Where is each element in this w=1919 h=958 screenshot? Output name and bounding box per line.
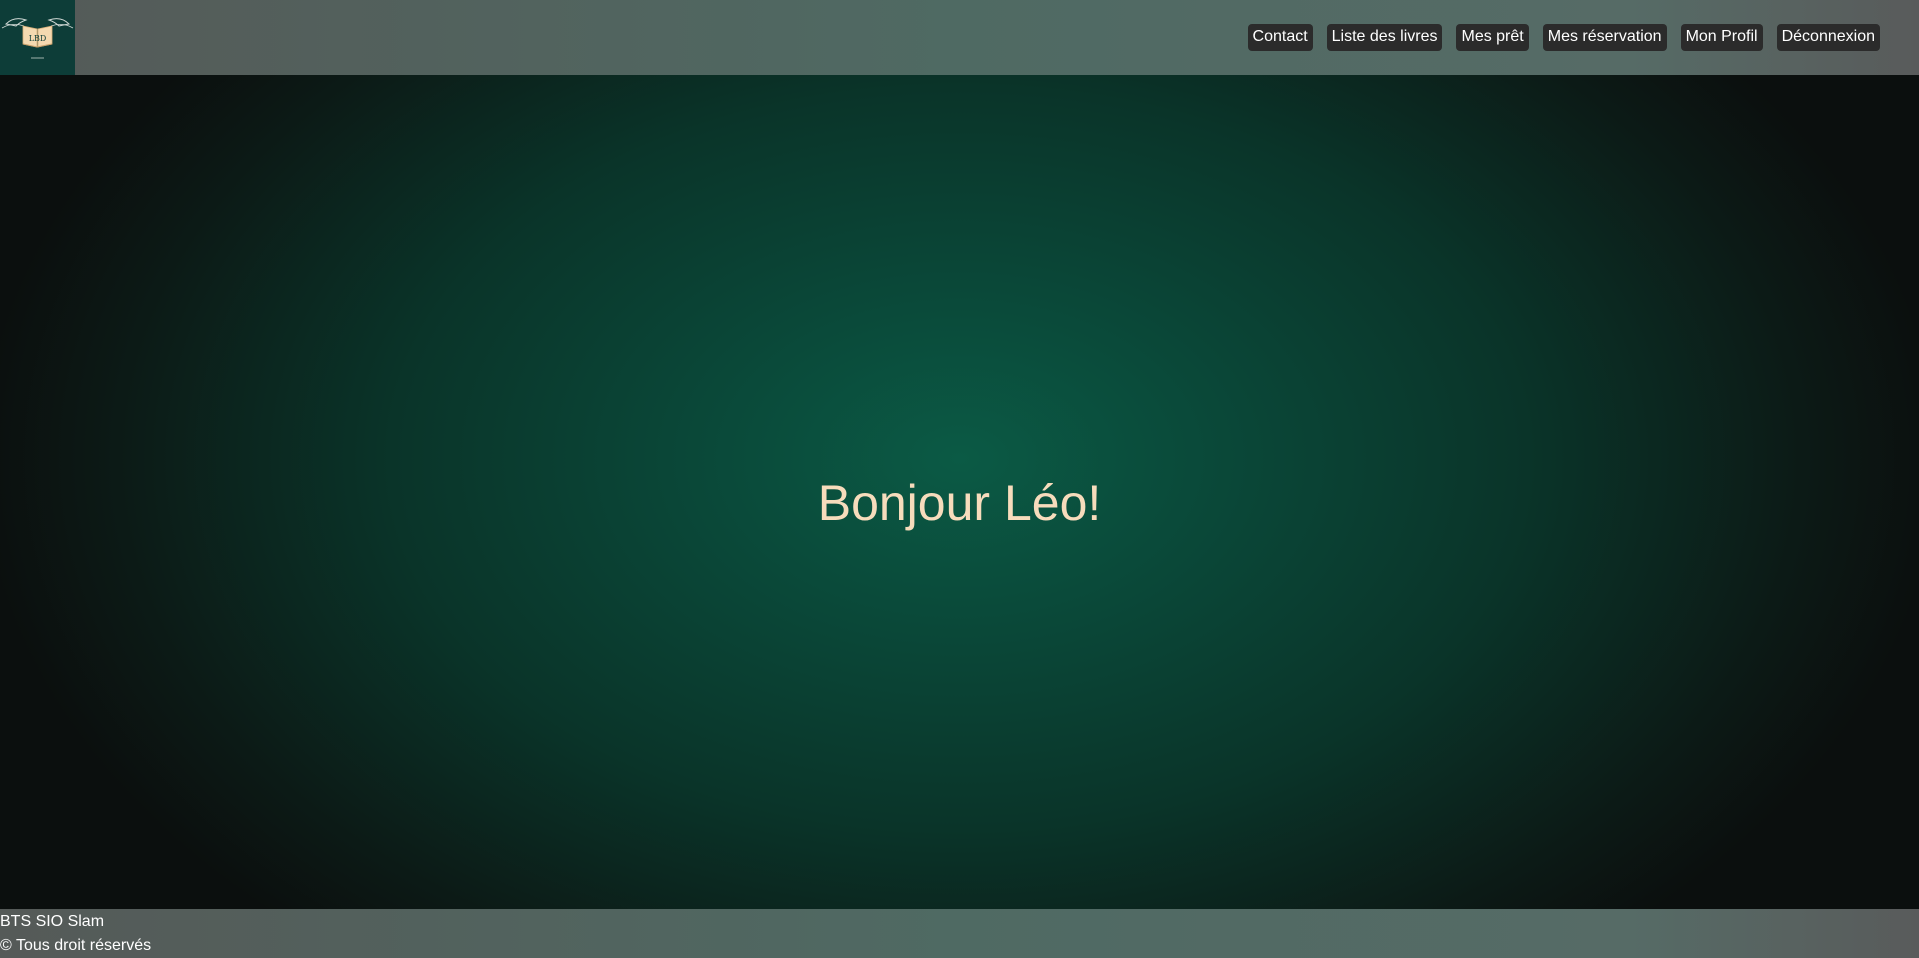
nav-liste-des-livres-link[interactable]: Liste des livres [1326, 24, 1443, 51]
nav-contact-link[interactable]: Contact [1247, 24, 1313, 51]
main-content: Bonjour Léo! [0, 75, 1919, 909]
winged-book-logo-icon: LBD [1, 18, 74, 59]
footer-program-text: BTS SIO Slam [0, 913, 105, 930]
footer-copyright-text: © Tous droit réservés [0, 937, 152, 954]
logo-text: LBD [29, 34, 47, 43]
welcome-greeting: Bonjour Léo! [817, 475, 1102, 531]
nav-mon-profil-link[interactable]: Mon Profil [1680, 24, 1763, 51]
nav-mes-reservation-link[interactable]: Mes réservation [1542, 24, 1667, 51]
header: LBD Contact Liste des livres Mes prêt Me… [0, 0, 1919, 75]
nav-deconnexion-link[interactable]: Déconnexion [1776, 24, 1880, 51]
main-nav: Contact Liste des livres Mes prêt Mes ré… [1247, 24, 1880, 51]
nav-mes-pret-link[interactable]: Mes prêt [1456, 24, 1529, 51]
footer: BTS SIO Slam © Tous droit réservés [0, 909, 1919, 958]
site-logo[interactable]: LBD [0, 0, 75, 75]
